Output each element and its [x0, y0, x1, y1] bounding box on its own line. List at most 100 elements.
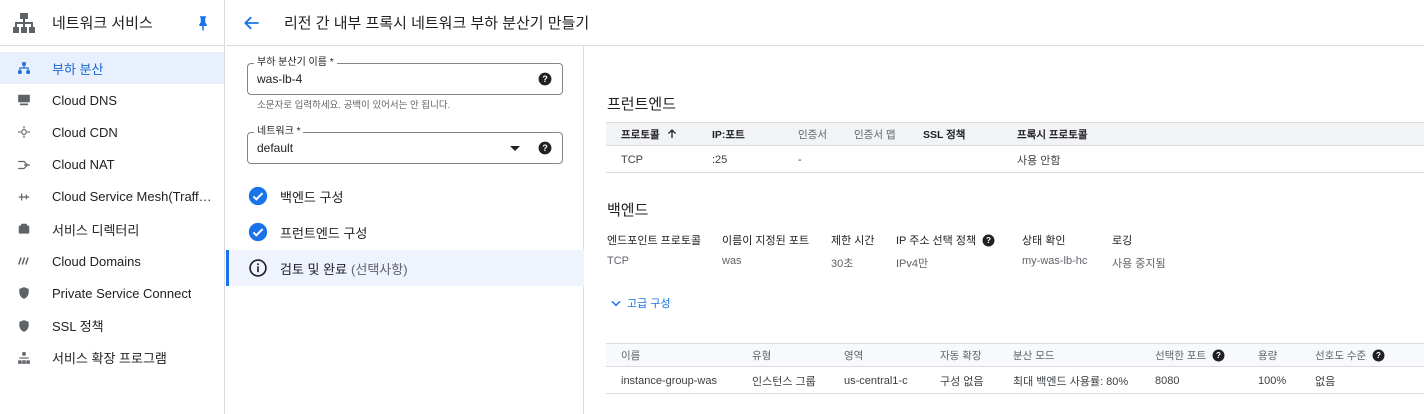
- sidebar-header: 네트워크 서비스: [0, 0, 224, 46]
- column-header: 용량: [1258, 349, 1278, 362]
- backend-table-header: 이름 유형 영역 자동 확장 분산 모드 선택한 포트 ? 용량 선호도 수준 …: [606, 343, 1424, 367]
- load-balancing-icon: [16, 60, 32, 76]
- column-header: SSL 정책: [923, 128, 966, 141]
- backend-value: 30초: [831, 258, 854, 270]
- sidebar-item-service-directory[interactable]: 서비스 디렉터리: [0, 213, 224, 245]
- table-cell: 없음: [1315, 375, 1336, 388]
- frontend-table-header: 프로토콜 IP:포트 인증서 인증서 맵 SSL 정책 프록시 프로토콜: [606, 122, 1424, 146]
- column-header: 영역: [844, 349, 864, 362]
- check-circle-icon: [248, 222, 268, 242]
- domains-icon: [16, 253, 32, 269]
- step-label: 프런트엔드 구성: [280, 225, 368, 241]
- step-frontend-config[interactable]: 프런트엔드 구성: [226, 214, 584, 250]
- ssl-policy-icon: [16, 318, 32, 334]
- chevron-down-icon: [611, 300, 621, 307]
- sidebar-item-label: 서비스 디렉터리: [52, 222, 140, 238]
- column-header: 유형: [752, 349, 772, 362]
- dns-icon: [16, 92, 32, 108]
- sidebar-item-cloud-dns[interactable]: Cloud DNS: [0, 84, 224, 116]
- step-label: 검토 및 완료: [280, 261, 348, 277]
- column-header-affinity: 선호도 수준 ?: [1315, 344, 1385, 366]
- lb-name-label: 부하 분산기 이름 *: [254, 57, 337, 69]
- lb-name-hint: 소문자로 입력하세요. 공백이 있어서는 안 됩니다.: [257, 100, 451, 111]
- sidebar-item-label: Private Service Connect: [52, 285, 192, 301]
- sidebar-item-label: 부하 분산: [52, 61, 104, 77]
- network-value: default: [257, 141, 294, 155]
- sidebar-item-ssl-policy[interactable]: SSL 정책: [0, 310, 224, 342]
- help-icon[interactable]: ?: [1372, 349, 1385, 362]
- nat-icon: [16, 157, 32, 173]
- table-row: TCP :25 - 사용 안함: [606, 147, 1424, 173]
- sidebar-title: 네트워크 서비스: [52, 15, 153, 32]
- private-service-connect-icon: [16, 285, 32, 301]
- sidebar-item-cloud-domains[interactable]: Cloud Domains: [0, 245, 224, 277]
- service-extensions-icon: [16, 350, 32, 366]
- help-icon[interactable]: ?: [538, 72, 552, 86]
- backend-value: 사용 중지됨: [1112, 258, 1166, 270]
- column-header-ports: 선택한 포트 ?: [1155, 344, 1225, 366]
- network-select[interactable]: 네트워크 * default ?: [247, 126, 563, 164]
- service-directory-icon: [16, 221, 32, 237]
- help-icon[interactable]: ?: [1212, 349, 1225, 362]
- column-header: 자동 확장: [940, 349, 982, 362]
- create-form: 부하 분산기 이름 * was-lb-4 ? 소문자로 입력하세요. 공백이 있…: [226, 46, 584, 414]
- lb-name-field[interactable]: 부하 분산기 이름 * was-lb-4 ?: [247, 57, 563, 95]
- table-cell: :25: [712, 153, 728, 166]
- sidebar-item-cloud-nat[interactable]: Cloud NAT: [0, 149, 224, 181]
- network-services-icon: [13, 12, 35, 33]
- backend-section-title: 백엔드: [607, 202, 649, 219]
- lb-name-input[interactable]: was-lb-4: [257, 72, 302, 86]
- column-header[interactable]: 프로토콜: [621, 123, 678, 145]
- sidebar-item-cloud-cdn[interactable]: Cloud CDN: [0, 116, 224, 148]
- sidebar-item-private-service-connect[interactable]: Private Service Connect: [0, 277, 224, 309]
- frontend-section-title: 프런트엔드: [607, 96, 677, 113]
- column-header: 분산 모드: [1013, 349, 1055, 362]
- column-header: 프록시 프로토콜: [1017, 128, 1088, 141]
- table-cell: instance-group-was: [621, 374, 717, 387]
- service-mesh-icon: [16, 189, 32, 205]
- page-title: 리전 간 내부 프록시 네트워크 부하 분산기 만들기: [284, 15, 590, 32]
- sidebar-nav: 부하 분산 Cloud DNS Cloud CDN Cloud NAT Clou…: [0, 46, 224, 374]
- table-cell: 인스턴스 그룹: [752, 375, 816, 388]
- table-cell: 사용 안함: [1017, 154, 1061, 167]
- backend-label-ip-policy: IP 주소 선택 정책 ?: [896, 232, 995, 248]
- help-icon[interactable]: ?: [982, 234, 995, 247]
- sort-ascending-icon[interactable]: [666, 128, 678, 140]
- column-header: 선택한 포트: [1155, 349, 1207, 362]
- advanced-config-label: 고급 구성: [627, 298, 671, 310]
- help-icon[interactable]: ?: [538, 141, 552, 155]
- check-circle-icon: [248, 186, 268, 206]
- column-header: IP:포트: [712, 128, 745, 141]
- sidebar-item-service-mesh[interactable]: Cloud Service Mesh(Traffi...: [0, 181, 224, 213]
- sidebar-item-label: 서비스 확장 프로그램: [52, 351, 167, 367]
- backend-value: my-was-lb-hc: [1022, 255, 1088, 267]
- svg-text:?: ?: [1376, 351, 1381, 360]
- backend-label: IP 주소 선택 정책: [896, 235, 977, 247]
- column-header: 선호도 수준: [1315, 349, 1367, 362]
- svg-text:?: ?: [986, 236, 991, 245]
- dropdown-arrow-icon[interactable]: [510, 146, 520, 151]
- sidebar-item-service-extensions[interactable]: 서비스 확장 프로그램: [0, 342, 224, 374]
- svg-text:?: ?: [542, 74, 547, 84]
- column-header: 이름: [621, 349, 641, 362]
- step-review-finalize[interactable]: 검토 및 완료 (선택사항): [226, 250, 584, 286]
- table-cell: 100%: [1258, 374, 1287, 387]
- network-label: 네트워크 *: [254, 126, 304, 138]
- svg-text:?: ?: [542, 143, 547, 153]
- sidebar-item-label: Cloud NAT: [52, 157, 115, 173]
- advanced-config-toggle[interactable]: 고급 구성: [609, 295, 671, 311]
- sidebar-item-label: Cloud DNS: [52, 92, 118, 108]
- sidebar-item-label: SSL 정책: [52, 319, 104, 335]
- back-arrow-icon[interactable]: [242, 13, 262, 33]
- table-cell: -: [798, 153, 802, 166]
- backend-value: IPv4만: [896, 258, 929, 270]
- table-row: instance-group-was 인스턴스 그룹 us-central1-c…: [606, 368, 1424, 394]
- svg-text:?: ?: [1216, 351, 1221, 360]
- column-header-label: 프로토콜: [621, 128, 660, 141]
- table-cell: 최대 백엔드 사용률: 80%: [1013, 375, 1129, 388]
- table-cell: 8080: [1155, 374, 1180, 387]
- step-backend-config[interactable]: 백엔드 구성: [226, 178, 584, 214]
- step-label: 백엔드 구성: [280, 189, 344, 205]
- sidebar-item-load-balancing[interactable]: 부하 분산: [0, 52, 224, 85]
- pin-icon[interactable]: [194, 14, 212, 32]
